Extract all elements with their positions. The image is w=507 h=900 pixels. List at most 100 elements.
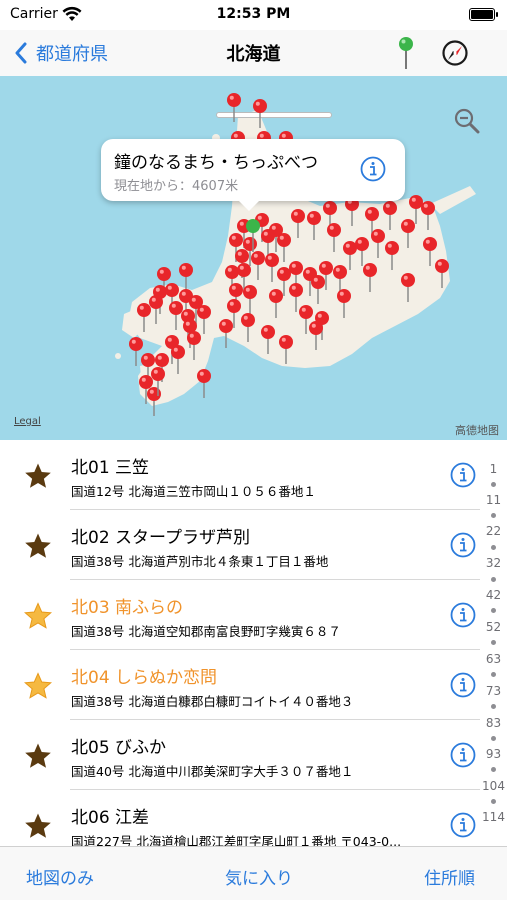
info-icon[interactable] bbox=[449, 601, 477, 629]
index-dot bbox=[491, 767, 496, 772]
station-pin[interactable] bbox=[265, 253, 279, 282]
station-name: 北02 スタープラザ芦別 bbox=[71, 528, 251, 548]
station-pin[interactable] bbox=[197, 305, 211, 334]
station-pin[interactable] bbox=[253, 99, 267, 128]
info-icon[interactable] bbox=[449, 531, 477, 559]
legal-link[interactable]: Legal bbox=[14, 416, 41, 427]
index-entry[interactable]: 63 bbox=[480, 652, 507, 666]
station-pin[interactable] bbox=[421, 201, 435, 230]
index-entry[interactable]: 22 bbox=[480, 524, 507, 538]
index-entry[interactable]: 42 bbox=[480, 588, 507, 602]
station-pin[interactable] bbox=[227, 93, 241, 122]
station-pin[interactable] bbox=[147, 387, 161, 416]
info-icon[interactable] bbox=[359, 155, 387, 183]
list-item[interactable]: 北06 江差 国道227号 北海道檜山郡江差町字尾山町１番地 〒043-0... bbox=[0, 790, 480, 846]
green-pin-icon[interactable] bbox=[394, 36, 418, 70]
station-list[interactable]: 北01 三笠 国道12号 北海道三笠市岡山１０５６番地１ 北02 スタープラザ芦… bbox=[0, 440, 480, 846]
station-pin[interactable] bbox=[261, 325, 275, 354]
index-dot bbox=[491, 704, 496, 709]
station-pin[interactable] bbox=[197, 369, 211, 398]
info-icon[interactable] bbox=[449, 811, 477, 839]
map-provider-logo: 高德地图 bbox=[455, 424, 499, 437]
station-pin[interactable] bbox=[251, 251, 265, 280]
station-address: 国道40号 北海道中川郡美深町字大手３０７番地１ bbox=[71, 764, 354, 779]
station-pin[interactable] bbox=[279, 335, 293, 364]
station-pin[interactable] bbox=[309, 321, 323, 350]
star-icon[interactable] bbox=[24, 532, 52, 560]
station-pin[interactable] bbox=[383, 201, 397, 230]
info-icon[interactable] bbox=[449, 461, 477, 489]
station-pin[interactable] bbox=[291, 209, 305, 238]
index-entry[interactable]: 52 bbox=[480, 620, 507, 634]
star-icon[interactable] bbox=[24, 602, 52, 630]
compass-icon[interactable] bbox=[441, 39, 469, 67]
info-icon[interactable] bbox=[449, 741, 477, 769]
station-pin[interactable] bbox=[179, 263, 193, 292]
station-pin[interactable] bbox=[187, 331, 201, 360]
index-entry[interactable]: 83 bbox=[480, 716, 507, 730]
index-entry[interactable]: 73 bbox=[480, 684, 507, 698]
navigation-bar: 都道府県 北海道 bbox=[0, 30, 507, 76]
page-title: 北海道 bbox=[226, 44, 281, 65]
index-entry[interactable]: 93 bbox=[480, 747, 507, 761]
station-pin[interactable] bbox=[343, 241, 357, 270]
station-pin[interactable] bbox=[219, 319, 233, 348]
station-pin[interactable] bbox=[171, 345, 185, 374]
star-icon[interactable] bbox=[24, 812, 52, 840]
station-pin[interactable] bbox=[355, 237, 369, 266]
section-index[interactable]: 1 11 22 32 42 52 63 73 83 93 104 114 bbox=[480, 456, 507, 836]
station-pin[interactable] bbox=[423, 237, 437, 266]
status-time: 12:53 PM bbox=[216, 6, 291, 22]
station-pin[interactable] bbox=[435, 259, 449, 288]
station-pin[interactable] bbox=[401, 273, 415, 302]
star-icon[interactable] bbox=[24, 672, 52, 700]
list-item[interactable]: 北05 びふか 国道40号 北海道中川郡美深町字大手３０７番地１ bbox=[0, 720, 480, 790]
station-pin[interactable] bbox=[243, 285, 257, 314]
index-entry[interactable]: 32 bbox=[480, 556, 507, 570]
map-only-button[interactable]: 地図のみ bbox=[26, 864, 94, 889]
info-icon[interactable] bbox=[449, 671, 477, 699]
station-pin[interactable] bbox=[129, 337, 143, 366]
index-entry[interactable]: 1 bbox=[480, 462, 507, 476]
station-pin[interactable] bbox=[401, 219, 415, 248]
map-view[interactable]: 鐘のなるまち・ちっぷべつ 現在地から：4607米 Legal 高德地图 bbox=[0, 76, 507, 440]
favorites-button[interactable]: 気に入り bbox=[225, 864, 293, 889]
station-pin[interactable] bbox=[277, 233, 291, 262]
station-pin[interactable] bbox=[409, 195, 423, 224]
station-name: 北03 南ふらの bbox=[71, 598, 184, 618]
station-pin[interactable] bbox=[327, 223, 341, 252]
station-pin[interactable] bbox=[307, 211, 321, 240]
station-name: 北01 三笠 bbox=[71, 458, 150, 478]
star-icon[interactable] bbox=[24, 462, 52, 490]
station-pin[interactable] bbox=[311, 275, 325, 304]
index-dot bbox=[491, 799, 496, 804]
index-entry[interactable]: 114 bbox=[480, 810, 507, 824]
index-dot bbox=[491, 736, 496, 741]
list-item[interactable]: 北01 三笠 国道12号 北海道三笠市岡山１０５６番地１ bbox=[0, 440, 480, 510]
station-pin[interactable] bbox=[169, 301, 183, 330]
address-order-button[interactable]: 住所順 bbox=[424, 864, 475, 889]
station-pin[interactable] bbox=[269, 289, 283, 318]
station-pin[interactable] bbox=[337, 289, 351, 318]
station-pin[interactable] bbox=[371, 229, 385, 258]
station-address: 国道227号 北海道檜山郡江差町字尾山町１番地 〒043-0... bbox=[71, 834, 402, 846]
callout-title: 鐘のなるまち・ちっぷべつ bbox=[114, 153, 318, 173]
list-item[interactable]: 北04 しらぬか恋問 国道38号 北海道白糠郡白糠町コイトイ４０番地３ bbox=[0, 650, 480, 720]
index-entry[interactable]: 11 bbox=[480, 493, 507, 507]
index-dot bbox=[491, 545, 496, 550]
station-pin[interactable] bbox=[241, 313, 255, 342]
list-item[interactable]: 北03 南ふらの 国道38号 北海道空知郡南富良野町字幾寅６８７ bbox=[0, 580, 480, 650]
station-pin[interactable] bbox=[345, 197, 359, 226]
index-entry[interactable]: 104 bbox=[480, 779, 507, 793]
station-address: 国道38号 北海道芦別市北４条東１丁目１番地 bbox=[71, 554, 329, 569]
station-name: 北06 江差 bbox=[71, 808, 150, 828]
star-icon[interactable] bbox=[24, 742, 52, 770]
list-item[interactable]: 北02 スタープラザ芦別 国道38号 北海道芦別市北４条東１丁目１番地 bbox=[0, 510, 480, 580]
map-callout[interactable]: 鐘のなるまち・ちっぷべつ 現在地から：4607米 bbox=[101, 139, 405, 211]
station-pin[interactable] bbox=[149, 295, 163, 324]
station-address: 国道38号 北海道空知郡南富良野町字幾寅６８７ bbox=[71, 624, 341, 639]
station-pin[interactable] bbox=[137, 303, 151, 332]
station-pin[interactable] bbox=[385, 241, 399, 270]
index-dot bbox=[491, 577, 496, 582]
station-pin[interactable] bbox=[363, 263, 377, 292]
